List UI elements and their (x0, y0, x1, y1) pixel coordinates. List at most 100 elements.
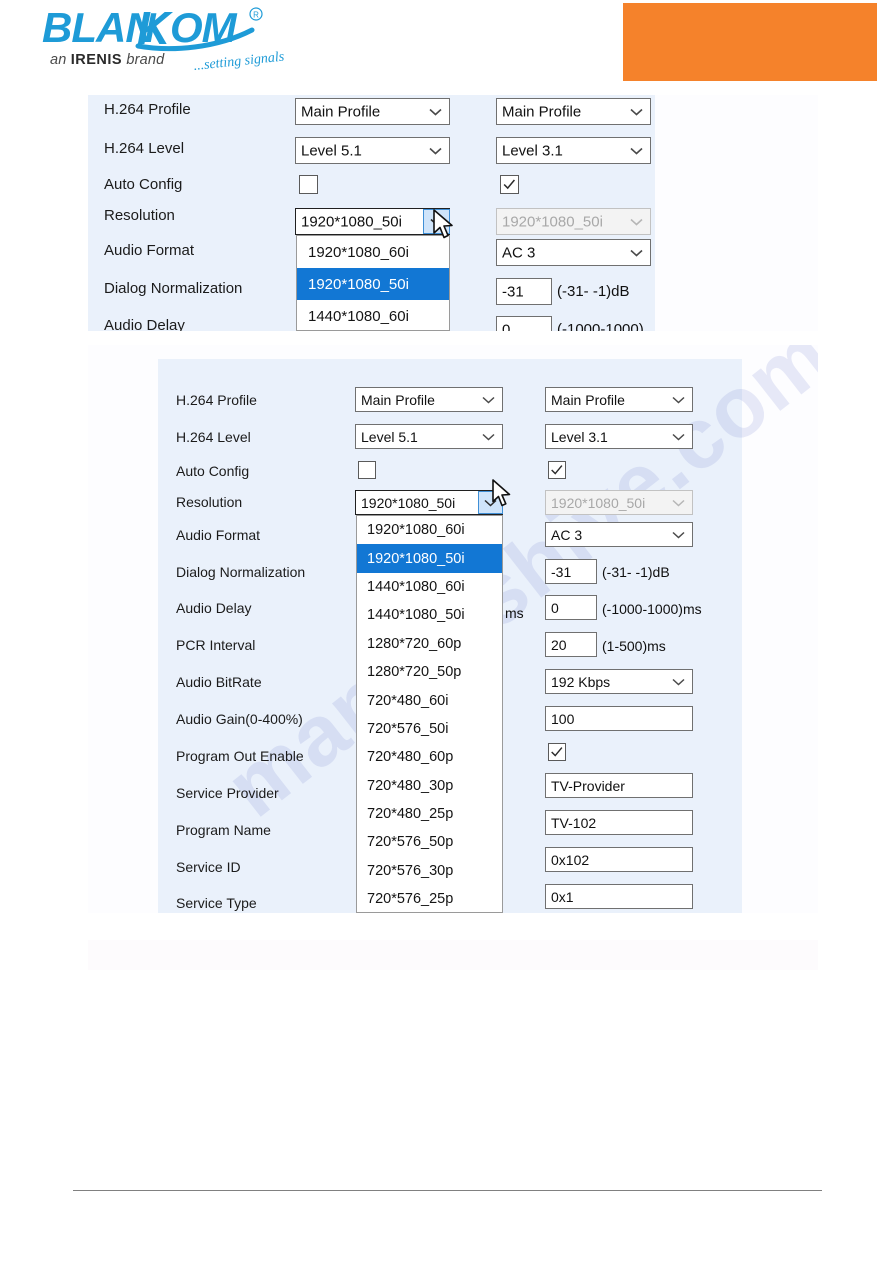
dropdown-option[interactable]: 1920*1080_60i (357, 516, 502, 544)
input-audio-delay-right-value: 0 (502, 321, 511, 331)
logo-subtitle: an IRENIS brand (50, 52, 164, 68)
dropdown-option[interactable]: 1280*720_60p (357, 630, 502, 658)
main-combo-h264-profile-left[interactable]: Main Profile (355, 387, 503, 412)
checkbox-auto-config-right[interactable] (500, 175, 519, 194)
check-icon (503, 179, 516, 190)
label-resolution: Resolution (104, 207, 175, 224)
main-checkbox-program-out-enable[interactable] (548, 743, 566, 761)
combo-h264-profile-right-value: Main Profile (502, 103, 582, 120)
dropdown-option[interactable]: 720*480_30p (357, 772, 502, 800)
suffix-audio-delay: (-1000-1000) (557, 321, 644, 331)
main-label-service-provider: Service Provider (176, 785, 279, 801)
blankom-logo: BLAN K OM R an IRENIS brand ...setting s… (42, 6, 302, 80)
main-input-service-id[interactable]: 0x102 (545, 847, 693, 872)
main-input-service-type[interactable]: 0x1 (545, 884, 693, 909)
chevron-down-icon (630, 218, 643, 226)
main-label-pcr-interval: PCR Interval (176, 637, 256, 653)
main-input-audio-gain[interactable]: 100 (545, 706, 693, 731)
checkbox-auto-config-left[interactable] (299, 175, 318, 194)
label-dialog-normalization: Dialog Normalization (104, 280, 243, 297)
chevron-down-icon (429, 108, 442, 116)
check-icon (551, 747, 563, 757)
combo-resolution-right: 1920*1080_50i (496, 208, 651, 235)
main-input-audio-gain-value: 100 (551, 710, 575, 727)
dropdown-option[interactable]: 1440*1080_60i (357, 573, 502, 601)
encoder-settings-panel-main: manualshive.com H.264 Profile H.264 Leve… (158, 345, 818, 913)
dropdown-option[interactable]: 720*576_30p (357, 857, 502, 885)
dropdown-option[interactable]: 720*480_60i (357, 686, 502, 714)
main-label-service-type: Service Type (176, 895, 257, 911)
main-combo-h264-profile-left-value: Main Profile (361, 391, 435, 408)
main-input-dialog-normalization[interactable]: -31 (545, 559, 597, 584)
main-label-resolution: Resolution (176, 494, 243, 510)
dropdown-option[interactable]: 720*480_60p (357, 743, 502, 771)
main-label-dialog-normalization: Dialog Normalization (176, 564, 306, 580)
main-label-h264-profile: H.264 Profile (176, 392, 257, 408)
main-suffix-audio-delay: (-1000-1000)ms (602, 601, 702, 617)
combo-h264-level-left[interactable]: Level 5.1 (295, 137, 450, 164)
input-audio-delay-right[interactable]: 0 (496, 316, 552, 331)
main-label-audio-bitrate: Audio BitRate (176, 674, 262, 690)
main-label-program-name: Program Name (176, 822, 271, 838)
suffix-dialog-normalization: (-31- -1)dB (557, 283, 630, 300)
dropdown-option[interactable]: 1920*1080_60i (297, 236, 449, 268)
main-combo-resolution-right-value: 1920*1080_50i (551, 494, 646, 511)
main-input-service-id-value: 0x102 (551, 851, 590, 868)
main-mouse-cursor-icon (492, 479, 511, 507)
chevron-down-icon (630, 108, 643, 116)
main-combo-h264-profile-right-value: Main Profile (551, 391, 625, 408)
main-input-service-provider[interactable]: TV-Provider (545, 773, 693, 798)
dropdown-option[interactable]: 1920*1080_50i (357, 544, 502, 573)
main-combo-audio-format-right[interactable]: AC 3 (545, 522, 693, 547)
main-label-auto-config: Auto Config (176, 463, 250, 479)
combo-resolution-right-value: 1920*1080_50i (502, 213, 603, 230)
main-label-audio-gain: Audio Gain(0-400%) (176, 711, 303, 727)
page-header: BLAN K OM R an IRENIS brand ...setting s… (0, 0, 893, 84)
main-label-audio-delay: Audio Delay (176, 600, 252, 616)
logo-tagline-script-icon: ...setting signals (193, 50, 286, 74)
dropdown-option[interactable]: 720*576_50i (357, 715, 502, 743)
check-icon (551, 465, 563, 475)
main-input-service-provider-value: TV-Provider (551, 777, 625, 794)
label-h264-level: H.264 Level (104, 140, 185, 157)
screenshot-main-cropped: manualshive.com H.264 Profile H.264 Leve… (88, 345, 818, 913)
dropdown-option[interactable]: 720*576_25p (357, 885, 502, 912)
main-input-pcr-interval[interactable]: 20 (545, 632, 597, 657)
logo-sub-prefix: an (50, 52, 71, 68)
chevron-down-icon (672, 499, 685, 507)
main-combo-audio-bitrate[interactable]: 192 Kbps (545, 669, 693, 694)
main-label-program-out-enable: Program Out Enable (176, 748, 304, 764)
combo-h264-profile-left[interactable]: Main Profile (295, 98, 450, 125)
main-input-program-name[interactable]: TV-102 (545, 810, 693, 835)
input-dialog-normalization-right-value: -31 (502, 283, 524, 300)
dropdown-option[interactable]: 720*576_50p (357, 828, 502, 856)
main-dropdown-list-resolution[interactable]: 1920*1080_60i 1920*1080_50i 1440*1080_60i 1… (356, 515, 503, 913)
dropdown-option[interactable]: 1920*1080_50i (297, 268, 449, 300)
main-checkbox-auto-config-right[interactable] (548, 461, 566, 479)
main-input-dialog-normalization-value: -31 (551, 563, 572, 580)
main-combo-resolution-left-value: 1920*1080_50i (361, 494, 456, 511)
combo-audio-format-right[interactable]: AC 3 (496, 239, 651, 266)
footer-divider (73, 1190, 822, 1191)
main-input-program-name-value: TV-102 (551, 814, 597, 831)
dropdown-option[interactable]: 1440*1080_50i (357, 601, 502, 629)
main-suffix-dialog-normalization: (-31- -1)dB (602, 564, 670, 580)
combo-h264-profile-right[interactable]: Main Profile (496, 98, 651, 125)
dropdown-option[interactable]: 1440*1080_60i (297, 300, 449, 330)
dropdown-list-resolution-left[interactable]: 1920*1080_60i 1920*1080_50i 1440*1080_60i (296, 235, 450, 331)
main-combo-h264-profile-right[interactable]: Main Profile (545, 387, 693, 412)
main-combo-h264-level-right[interactable]: Level 3.1 (545, 424, 693, 449)
chevron-down-icon (482, 433, 495, 441)
combo-resolution-left-value: 1920*1080_50i (301, 213, 402, 230)
chevron-down-icon (429, 147, 442, 155)
main-input-audio-delay[interactable]: 0 (545, 595, 597, 620)
main-combo-h264-level-left[interactable]: Level 5.1 (355, 424, 503, 449)
input-dialog-normalization-right[interactable]: -31 (496, 278, 552, 305)
dropdown-option[interactable]: 1280*720_50p (357, 658, 502, 686)
main-combo-h264-level-right-value: Level 3.1 (551, 428, 608, 445)
main-checkbox-auto-config-left[interactable] (358, 461, 376, 479)
combo-h264-level-right[interactable]: Level 3.1 (496, 137, 651, 164)
logo-sub-suffix: brand (122, 52, 165, 68)
header-orange-accent-block (623, 3, 877, 81)
dropdown-option[interactable]: 720*480_25p (357, 800, 502, 828)
